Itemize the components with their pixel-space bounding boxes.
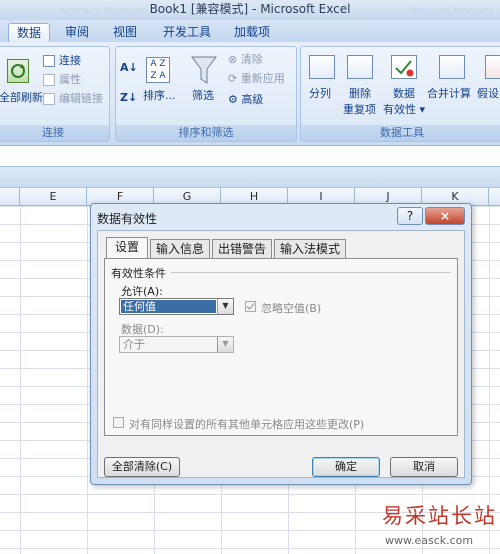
tab-addins[interactable]: 加载项	[228, 23, 276, 42]
filter-button[interactable]: 筛选	[192, 89, 214, 103]
watermark-logo: 易采站长站	[382, 504, 497, 528]
dialog-title: 数据有效性	[97, 212, 158, 226]
section-divider	[171, 272, 451, 273]
connections-icon	[43, 55, 55, 67]
data-validation-icon	[391, 55, 417, 79]
consolidate-icon	[439, 55, 465, 79]
sheet-toolbar-band	[0, 166, 500, 188]
ignore-blank-checkbox[interactable]	[245, 301, 256, 312]
window-title: Book1 [兼容模式] - Microsoft Excel	[149, 2, 351, 16]
tab-review[interactable]: 审阅	[58, 23, 96, 42]
settings-panel: 有效性条件 允许(A): 任何值 ▼ 忽略空值(B) 数据(D): 介于 ▼ 对…	[104, 258, 458, 436]
remove-duplicates-icon	[347, 55, 373, 79]
edit-links-button[interactable]: 编辑链接	[59, 92, 103, 106]
column-header-e[interactable]: E	[20, 188, 87, 206]
allow-label: 允许(A):	[121, 285, 163, 298]
clear-icon: ⊗	[228, 53, 241, 66]
what-if-button[interactable]: 假设	[477, 87, 499, 101]
group-label-connections: 连接	[0, 125, 109, 141]
consolidate-button[interactable]: 合并计算	[427, 87, 471, 101]
what-if-icon	[485, 55, 500, 79]
reapply-button[interactable]: ⟳ 重新应用	[228, 72, 285, 86]
reapply-icon: ⟳	[228, 72, 241, 85]
section-label-validation-criteria: 有效性条件	[111, 267, 166, 280]
ribbon: 全部刷新 连接 属性 编辑链接 连接 A↓ Z↓ A ZZ A 排序... 筛选…	[0, 42, 500, 146]
advanced-button[interactable]: ⚙ 高级	[228, 93, 263, 107]
remove-duplicates-button[interactable]: 删除	[349, 87, 371, 101]
sort-az-icon[interactable]: A↓	[120, 61, 138, 75]
cancel-button[interactable]: 取消	[390, 457, 458, 477]
tab-error-alert[interactable]: 出错警告	[212, 239, 272, 258]
clear-button[interactable]: ⊗ 清除	[228, 53, 263, 67]
dialog-body: 设置 输入信息 出错警告 输入法模式 有效性条件 允许(A): 任何值 ▼ 忽略…	[97, 230, 465, 478]
apply-all-label: 对有同样设置的所有其他单元格应用这些更改(P)	[129, 418, 365, 431]
properties-icon	[43, 74, 55, 86]
tab-data[interactable]: 数据	[8, 23, 50, 42]
text-to-columns-button[interactable]: 分列	[309, 87, 331, 101]
data-validation-button-line2[interactable]: 有效性 ▾	[383, 103, 425, 117]
tab-settings[interactable]: 设置	[106, 237, 148, 259]
sort-icon: A ZZ A	[146, 57, 170, 83]
tab-developer[interactable]: 开发工具	[156, 23, 218, 42]
group-label-sort-filter: 排序和筛选	[116, 125, 296, 141]
remove-duplicates-button-line2[interactable]: 重复项	[343, 103, 376, 117]
data-dropdown-value: 介于	[123, 338, 145, 351]
close-button[interactable]: ×	[425, 207, 465, 225]
data-label: 数据(D):	[121, 323, 164, 336]
title-bar: Nomacs Nomacs Book1 [兼容模式] - Microsoft E…	[0, 0, 500, 20]
sort-za-icon[interactable]: Z↓	[120, 91, 137, 105]
filter-icon	[190, 55, 218, 90]
tab-ime-mode[interactable]: 输入法模式	[274, 239, 346, 258]
group-data-tools: 分列 删除 重复项 数据 有效性 ▾ 合并计算 假设 数据工具	[300, 46, 500, 142]
group-sort-filter: A↓ Z↓ A ZZ A 排序... 筛选 ⊗ 清除 ⟳ 重新应用 ⚙ 高级 排…	[115, 46, 297, 142]
group-connections: 全部刷新 连接 属性 编辑链接 连接	[0, 46, 110, 142]
tab-view[interactable]: 视图	[106, 23, 144, 42]
ignore-blank-label: 忽略空值(B)	[261, 302, 322, 315]
edit-links-icon	[43, 93, 55, 105]
watermark-url: www.easck.com	[385, 534, 474, 547]
row-header-corner	[0, 188, 20, 206]
help-button[interactable]: ?	[397, 207, 423, 225]
apply-all-checkbox[interactable]	[113, 417, 124, 428]
properties-button[interactable]: 属性	[59, 73, 81, 87]
allow-dropdown-value: 任何值	[121, 300, 216, 313]
ghost-text-right: Nomacs Nomacs	[410, 6, 494, 17]
ghost-text-left: Nomacs Nomacs	[60, 6, 144, 17]
data-validation-button[interactable]: 数据	[393, 87, 415, 101]
text-to-columns-icon	[309, 55, 335, 79]
chevron-down-icon[interactable]: ▼	[217, 299, 233, 314]
group-label-data-tools: 数据工具	[301, 125, 500, 141]
data-validation-dialog: 数据有效性 ? × 设置 输入信息 出错警告 输入法模式 有效性条件 允许(A)…	[90, 203, 472, 485]
connections-button[interactable]: 连接	[59, 54, 81, 68]
chevron-down-icon[interactable]: ▼	[217, 337, 233, 352]
advanced-icon: ⚙	[228, 93, 242, 106]
data-dropdown[interactable]: 介于 ▼	[119, 336, 234, 353]
close-icon: ×	[439, 209, 451, 223]
refresh-all-button[interactable]: 全部刷新	[0, 91, 43, 105]
ok-button[interactable]: 确定	[312, 457, 380, 477]
ribbon-tabs: 数据 审阅 视图 开发工具 加载项	[0, 20, 500, 42]
refresh-icon	[7, 59, 29, 83]
allow-dropdown[interactable]: 任何值 ▼	[119, 298, 234, 315]
clear-all-button[interactable]: 全部清除(C)	[104, 457, 180, 477]
sort-button[interactable]: 排序...	[143, 89, 176, 103]
tab-input-message[interactable]: 输入信息	[150, 239, 210, 258]
